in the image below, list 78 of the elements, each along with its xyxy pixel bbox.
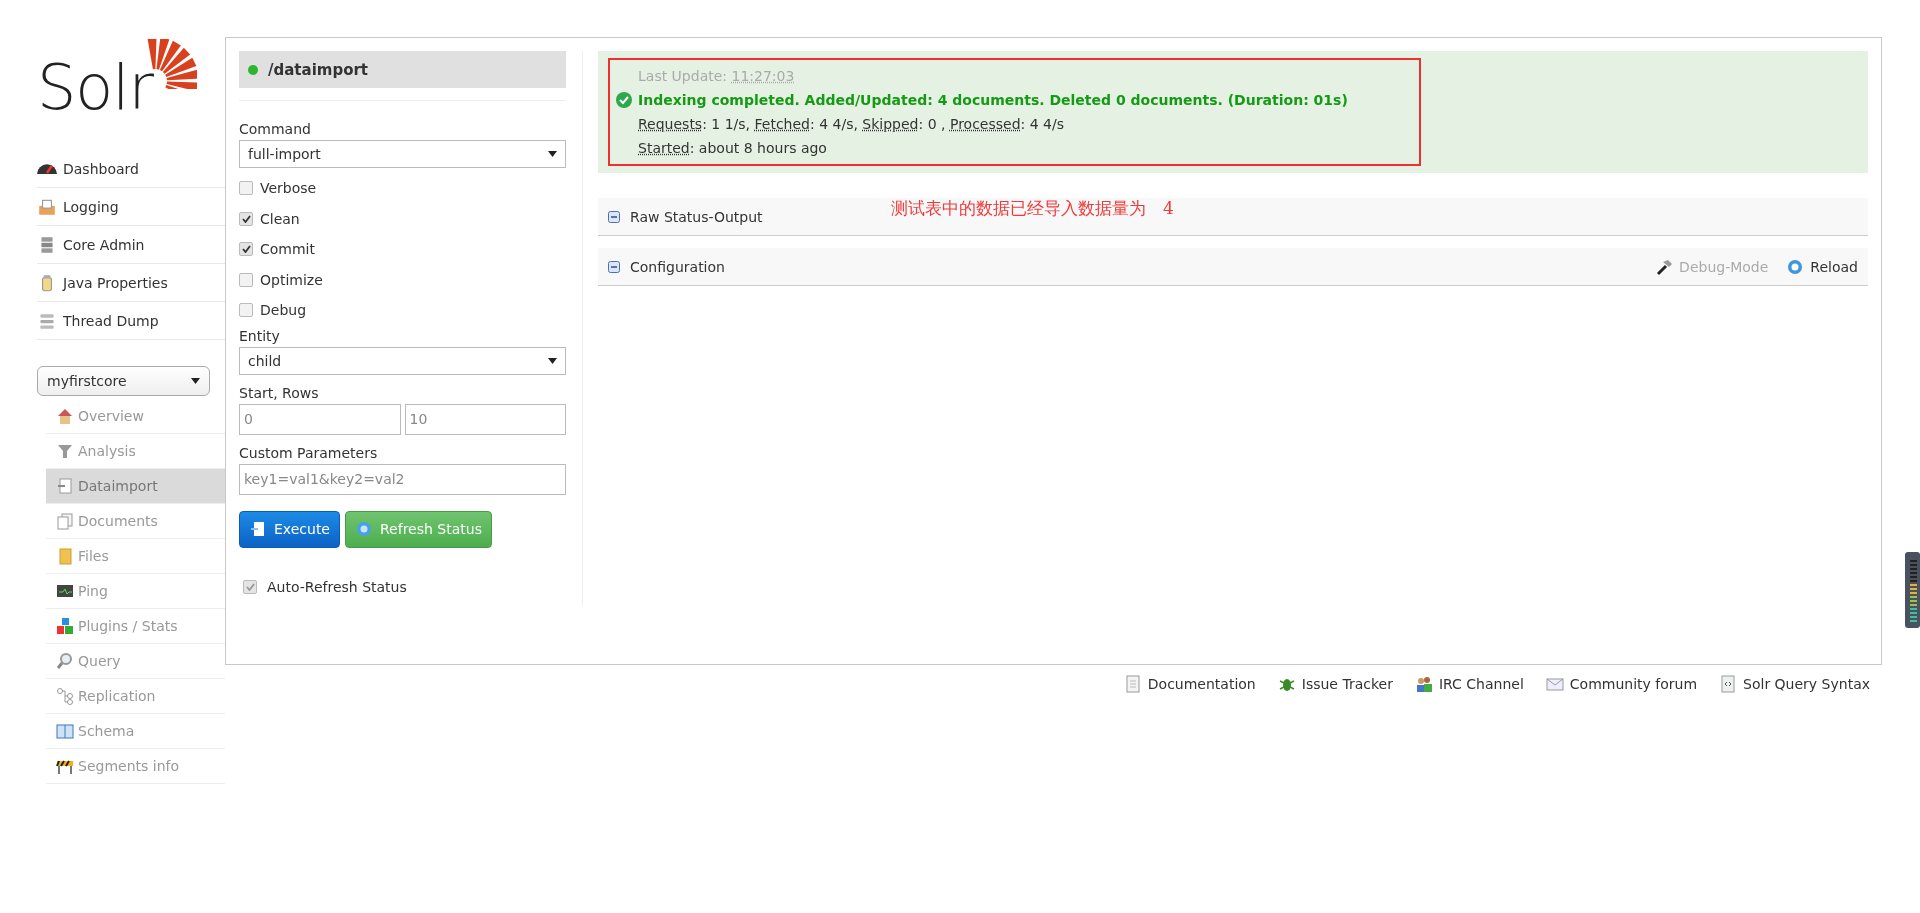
footer-link[interactable]: IRC Channel	[1414, 672, 1524, 696]
nodes-icon	[56, 687, 74, 705]
status-message: Indexing completed. Added/Updated: 4 documents. Deleted 0 documents. (Duration: 01s)	[638, 92, 1348, 108]
folder-icon	[56, 547, 74, 565]
footer-link[interactable]: Documentation	[1123, 672, 1256, 696]
book-icon	[56, 722, 74, 740]
start-rows-label: Start, Rows	[239, 384, 320, 401]
nav-link[interactable]: Core Admin	[37, 226, 225, 264]
checkmark-icon	[245, 582, 255, 591]
custom-parameters-input[interactable]: key1=val1&key2=val2	[239, 463, 566, 495]
caret-icon	[548, 357, 557, 364]
caret-icon	[191, 378, 200, 384]
blocks-icon	[56, 617, 74, 635]
checkmark-icon	[241, 245, 251, 254]
documents-icon	[56, 512, 74, 530]
last-update-text: Last Update: 11:27:03	[637, 68, 795, 84]
auto-refresh-checkbox[interactable]: Auto-Refresh Status	[239, 571, 566, 602]
nav-link[interactable]: Thread Dump	[37, 302, 225, 340]
option-checkbox[interactable]: Clean	[239, 203, 566, 234]
footer-link[interactable]: Solr Query Syntax	[1719, 672, 1870, 696]
house-icon	[56, 407, 74, 425]
footer-link[interactable]: Issue Tracker	[1277, 672, 1393, 696]
section-title: Raw Status-Output	[630, 208, 763, 225]
collapse-icon	[608, 260, 620, 273]
handler-title: /dataimport	[268, 60, 368, 79]
started-text: Started: about 8 hours ago	[637, 140, 827, 156]
envelope-icon	[1545, 675, 1564, 693]
checkbox[interactable]	[239, 303, 253, 318]
stats-text: Requests: 1 1/s, Fetched: 4 4/s, Skipped: 0 , Processed: 4 4/s	[637, 116, 1064, 132]
option-label: Verbose	[260, 180, 317, 197]
gauge-icon	[37, 162, 57, 175]
people-icon	[1414, 675, 1433, 693]
entity-select[interactable]: child	[239, 346, 566, 375]
execute-button[interactable]: Execute	[239, 510, 340, 548]
start-input[interactable]: 0	[239, 403, 401, 435]
footer-link[interactable]: Community forum	[1545, 672, 1698, 696]
hammer-icon	[1655, 257, 1674, 276]
nav-link[interactable]: Java Properties	[37, 264, 225, 302]
nav-link[interactable]: Dashboard	[37, 150, 225, 188]
funnel-icon	[56, 442, 74, 460]
option-label: Debug	[260, 302, 307, 319]
annotation-text: 测试表中的数据已经导入数据量为 4	[891, 197, 1174, 220]
option-label: Clean	[260, 210, 300, 227]
checkmark-icon	[241, 214, 251, 223]
collapse-icon	[608, 210, 620, 223]
document-import-icon	[56, 477, 74, 495]
reload-link[interactable]: Reload	[1786, 257, 1858, 276]
checkbox[interactable]	[239, 272, 253, 287]
checkbox[interactable]	[239, 242, 253, 257]
document-icon	[249, 520, 267, 538]
refresh-icon	[1786, 257, 1805, 276]
check-circle-icon	[616, 92, 632, 108]
checkbox[interactable]	[239, 211, 253, 226]
core-selector[interactable]: myfirstcore	[37, 366, 210, 396]
nav-link[interactable]: Logging	[37, 188, 225, 226]
section-title: Configuration	[630, 258, 725, 275]
entity-label: Entity	[239, 327, 281, 344]
rows-input[interactable]: 10	[404, 403, 566, 435]
option-checkbox[interactable]: Optimize	[239, 264, 566, 295]
status-dot-icon	[248, 64, 258, 75]
search-icon	[56, 652, 74, 670]
command-label: Command	[239, 121, 312, 137]
monitor-icon	[56, 582, 74, 600]
code-file-icon	[1719, 675, 1738, 693]
command-select[interactable]: full-import	[239, 140, 566, 168]
checkbox[interactable]	[239, 181, 253, 196]
option-checkbox[interactable]: Debug	[239, 295, 566, 326]
checkbox[interactable]	[243, 579, 257, 594]
document-icon	[1123, 675, 1142, 693]
solr-logo-text: Solr	[37, 57, 153, 119]
option-checkbox[interactable]: Verbose	[239, 173, 566, 204]
refresh-icon	[355, 520, 373, 538]
option-label: Commit	[260, 241, 315, 258]
option-checkbox[interactable]: Commit	[239, 234, 566, 265]
caret-icon	[548, 151, 557, 157]
auto-refresh-label: Auto-Refresh Status	[267, 578, 407, 595]
option-label: Optimize	[260, 271, 323, 288]
custom-parameters-label: Custom Parameters	[239, 444, 379, 461]
